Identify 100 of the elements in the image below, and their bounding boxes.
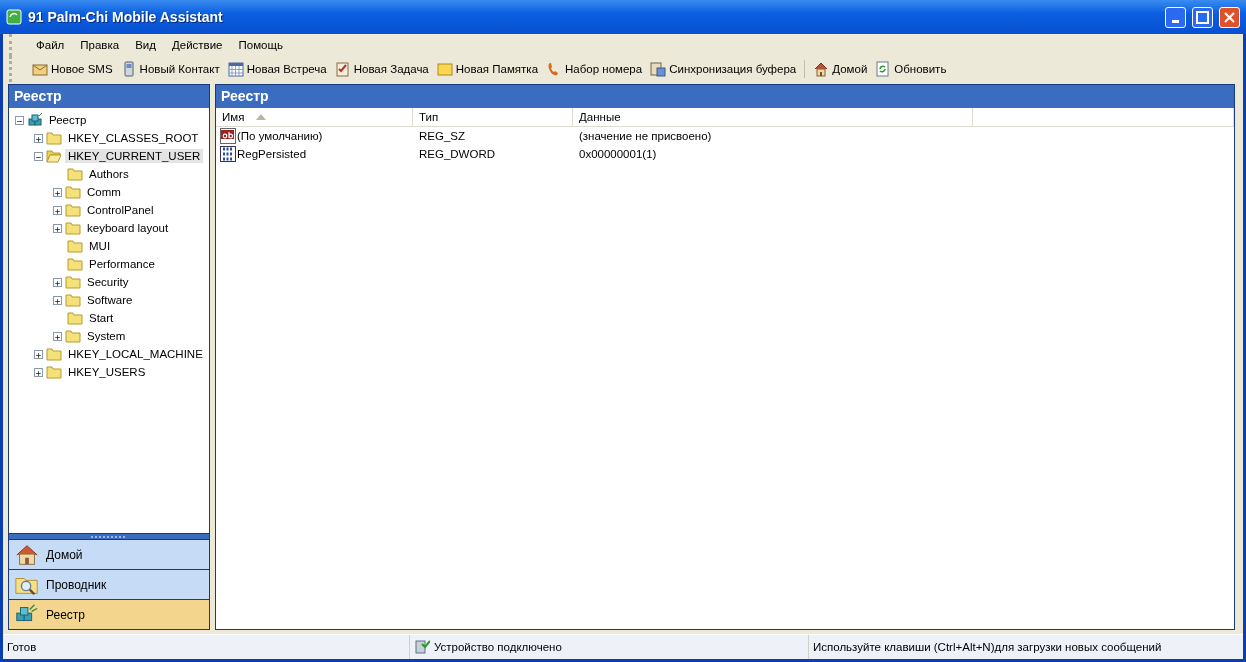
value-name: RegPersisted xyxy=(237,148,307,160)
minimize-icon xyxy=(1172,19,1179,23)
note-icon xyxy=(436,61,453,77)
tree-item[interactable]: HKEY_CLASSES_ROOT xyxy=(65,131,202,145)
toolbar-button[interactable]: Новое SMS xyxy=(28,59,117,79)
nav-tab[interactable]: Реестр xyxy=(9,599,209,629)
expand-toggle[interactable] xyxy=(34,133,43,143)
app-icon xyxy=(6,9,22,25)
plus-icon xyxy=(35,350,42,360)
folder-icon xyxy=(67,256,83,272)
close-button[interactable] xyxy=(1219,6,1240,28)
tree-item[interactable]: Comm xyxy=(84,185,124,199)
registry-icon xyxy=(27,112,43,128)
tree-item[interactable]: Start xyxy=(86,311,117,325)
column-header[interactable]: Имя xyxy=(216,108,413,126)
expand-toggle[interactable] xyxy=(53,205,62,215)
plus-icon xyxy=(54,224,61,234)
tree-item[interactable]: HKEY_LOCAL_MACHINE xyxy=(65,347,206,361)
value-type: REG_SZ xyxy=(418,130,466,142)
folder-icon xyxy=(67,166,83,182)
expand-toggle[interactable] xyxy=(53,187,62,197)
value-data: 0x00000001(1) xyxy=(578,148,658,160)
tree-item[interactable]: Security xyxy=(84,275,132,289)
folder-icon xyxy=(65,292,81,308)
plus-icon xyxy=(35,368,42,378)
plus-icon xyxy=(54,296,61,306)
status-text: Используйте клавиши (Ctrl+Alt+N)для загрузки новых сообщений xyxy=(813,641,1162,653)
menu-item[interactable]: Помощь xyxy=(230,37,291,53)
folder-icon xyxy=(67,310,83,326)
menu-item[interactable]: Действие xyxy=(163,37,231,53)
toolbar-button[interactable]: Обновить xyxy=(871,59,951,79)
tree-item[interactable]: Software xyxy=(84,293,136,307)
plus-icon xyxy=(54,206,61,216)
device-connected-icon xyxy=(414,639,430,655)
toolbar-button[interactable]: Домой xyxy=(809,59,872,79)
panel-title: Реестр xyxy=(216,85,1234,108)
clipboard-sync-icon xyxy=(650,61,667,77)
plus-icon xyxy=(35,134,42,144)
tree-item[interactable]: System xyxy=(84,329,129,343)
menu-item[interactable]: Вид xyxy=(127,37,164,53)
value-type: REG_DWORD xyxy=(418,148,497,160)
tree-item[interactable]: keyboard layout xyxy=(84,221,172,235)
expand-toggle[interactable] xyxy=(53,277,62,287)
value-data: (значение не присвоено) xyxy=(578,130,713,142)
value-name: (По умолчанию) xyxy=(237,130,323,142)
menu-item[interactable]: Файл xyxy=(28,37,73,53)
envelope-icon xyxy=(32,61,48,77)
collapse-toggle[interactable] xyxy=(34,151,43,161)
clipboard-icon xyxy=(334,61,351,77)
maximize-icon xyxy=(1195,9,1210,25)
status-text: Устройство подключено xyxy=(434,641,562,653)
plus-icon xyxy=(54,332,61,342)
minimize-button[interactable] xyxy=(1165,6,1186,28)
menu-item[interactable]: Правка xyxy=(72,37,128,53)
toolbar-button[interactable]: Новая Задача xyxy=(330,59,433,79)
folder-icon xyxy=(46,130,62,146)
folder-icon xyxy=(65,220,81,236)
folder-icon xyxy=(46,364,62,380)
home-icon xyxy=(813,61,830,77)
collapse-toggle[interactable] xyxy=(15,115,24,125)
tree-item[interactable]: Реестр xyxy=(46,113,90,127)
toolbar-button[interactable]: Набор номера xyxy=(542,59,647,79)
open-folder-icon xyxy=(46,148,62,164)
binary-value-icon xyxy=(220,146,236,162)
nav-tab[interactable]: Домой xyxy=(9,539,209,569)
folder-icon xyxy=(67,238,83,254)
folder-icon xyxy=(46,346,62,362)
maximize-button[interactable] xyxy=(1192,6,1213,28)
plus-icon xyxy=(54,278,61,288)
folder-icon xyxy=(65,274,81,290)
toolbar-button[interactable]: Синхронизация буфера xyxy=(646,59,801,79)
tree-item[interactable]: Authors xyxy=(86,167,132,181)
toolbar-button[interactable]: Новая Встреча xyxy=(223,59,331,79)
expand-toggle[interactable] xyxy=(53,295,62,305)
expand-toggle[interactable] xyxy=(34,349,43,359)
tree-item[interactable]: HKEY_USERS xyxy=(65,365,149,379)
close-icon xyxy=(1222,9,1237,25)
expand-toggle[interactable] xyxy=(53,223,62,233)
toolbar-button[interactable]: Новая Памятка xyxy=(432,59,543,79)
plus-icon xyxy=(54,188,61,198)
expand-toggle[interactable] xyxy=(34,367,43,377)
sort-ascending-icon xyxy=(256,114,267,120)
folder-icon xyxy=(65,328,81,344)
folder-icon xyxy=(65,202,81,218)
toolbar-button[interactable]: Новый Контакт xyxy=(116,59,224,79)
refresh-icon xyxy=(875,61,892,77)
nav-tab[interactable]: Проводник xyxy=(9,569,209,599)
splitter-grip-icon xyxy=(91,535,127,538)
status-text: Готов xyxy=(7,641,37,653)
folder-icon xyxy=(65,184,81,200)
tree-item[interactable]: HKEY_CURRENT_USER xyxy=(65,149,204,163)
tree-item[interactable]: Performance xyxy=(86,257,158,271)
column-header[interactable]: Тип xyxy=(413,108,573,126)
tree-item[interactable]: MUI xyxy=(86,239,114,253)
expand-toggle[interactable] xyxy=(53,331,62,341)
column-header[interactable]: Данные xyxy=(573,108,973,126)
panel-title: Реестр xyxy=(9,85,209,108)
calendar-icon xyxy=(227,61,244,77)
tree-item[interactable]: ControlPanel xyxy=(84,203,157,217)
window-title: 91 Palm-Chi Mobile Assistant xyxy=(28,9,224,25)
